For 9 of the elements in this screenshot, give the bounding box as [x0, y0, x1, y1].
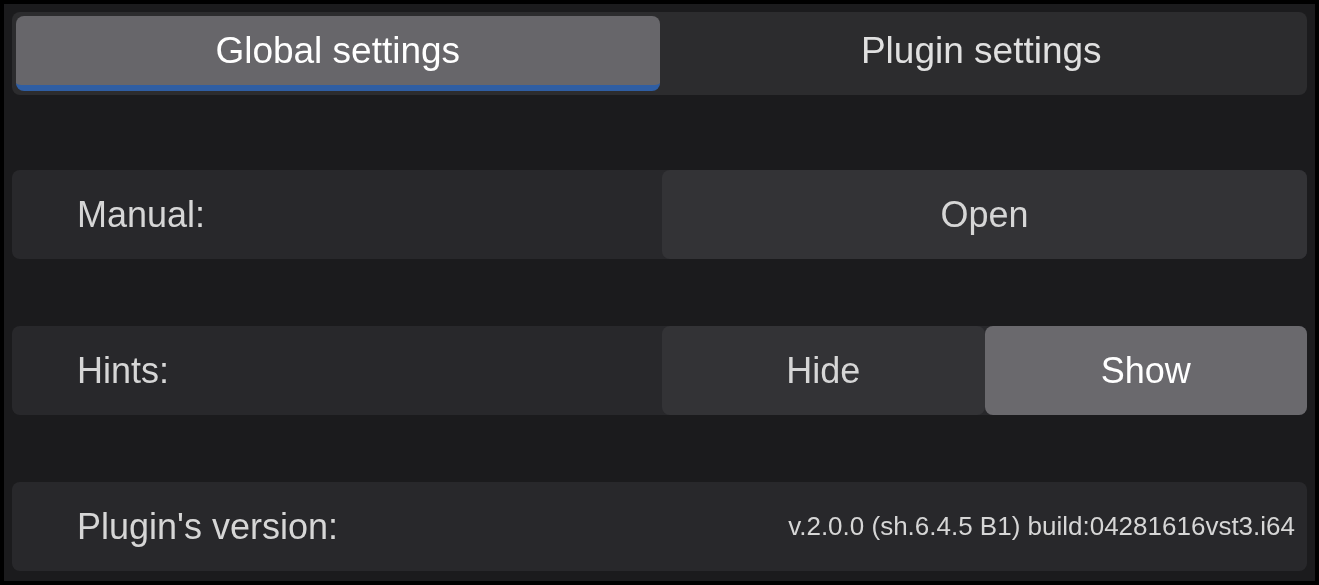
- tab[interactable]: Global settings: [16, 16, 660, 91]
- setting-label: Hints:: [77, 349, 170, 392]
- open-button[interactable]: Open: [662, 170, 1307, 259]
- tab[interactable]: Plugin settings: [659, 16, 1303, 91]
- setting-label: Manual:: [77, 193, 206, 236]
- toggle-option[interactable]: Hide: [662, 326, 985, 415]
- toggle-option[interactable]: Show: [984, 326, 1307, 415]
- setting-label: Plugin's version:: [77, 505, 338, 548]
- version-text: v.2.0.0 (sh.6.4.5 B1) build:04281616vst3.i64: [788, 511, 1295, 542]
